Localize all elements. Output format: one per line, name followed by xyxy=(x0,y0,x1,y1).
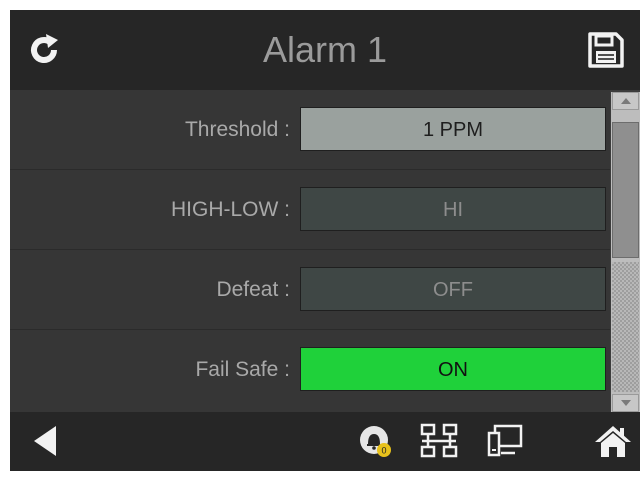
scroll-thumb[interactable] xyxy=(612,122,639,258)
home-button[interactable] xyxy=(588,418,638,464)
device-button[interactable] xyxy=(480,418,530,464)
settings-list: Threshold : 1 PPM HIGH-LOW : HI Defeat :… xyxy=(10,90,610,412)
threshold-value-button[interactable]: 1 PPM xyxy=(300,107,606,151)
threshold-label: Threshold : xyxy=(184,118,290,141)
scroll-up-button[interactable] xyxy=(612,92,639,110)
high-low-value-button[interactable]: HI xyxy=(300,187,606,231)
scroll-down-button[interactable] xyxy=(612,394,639,412)
setting-row-threshold: Threshold : 1 PPM xyxy=(10,90,610,170)
defeat-value-button[interactable]: OFF xyxy=(300,267,606,311)
network-icon xyxy=(420,423,458,458)
setting-row-defeat: Defeat : OFF xyxy=(10,250,610,330)
header-bar: Alarm 1 xyxy=(10,10,640,90)
back-arrow-icon xyxy=(34,426,56,456)
fail-safe-label: Fail Safe : xyxy=(195,358,290,381)
alarm-settings-screen: Alarm 1 Threshold : 1 PPM HIGH-LOW : HI … xyxy=(10,10,640,471)
floppy-disk-icon xyxy=(588,32,624,68)
setting-row-fail-safe: Fail Safe : ON xyxy=(10,330,610,410)
setting-row-high-low: HIGH-LOW : HI xyxy=(10,170,610,250)
scroll-down-arrow-icon xyxy=(620,400,631,406)
device-icon xyxy=(487,424,523,457)
network-button[interactable] xyxy=(414,418,464,464)
fail-safe-toggle-button[interactable]: ON xyxy=(300,347,606,391)
vertical-scrollbar[interactable] xyxy=(611,92,640,412)
back-button[interactable] xyxy=(22,418,68,464)
home-icon xyxy=(595,426,631,457)
svg-text:0: 0 xyxy=(381,446,386,456)
save-button[interactable] xyxy=(580,24,632,76)
footer-bar: 0 xyxy=(10,412,640,471)
scroll-track[interactable] xyxy=(612,262,639,392)
alarm-button[interactable]: 0 xyxy=(352,418,398,464)
scroll-up-arrow-icon xyxy=(620,98,631,104)
refresh-button[interactable] xyxy=(18,24,70,76)
high-low-label: HIGH-LOW : xyxy=(171,198,290,221)
refresh-icon xyxy=(31,34,58,63)
defeat-label: Defeat : xyxy=(216,278,290,301)
alarm-bell-icon: 0 xyxy=(360,426,391,457)
page-title: Alarm 1 xyxy=(262,29,388,70)
